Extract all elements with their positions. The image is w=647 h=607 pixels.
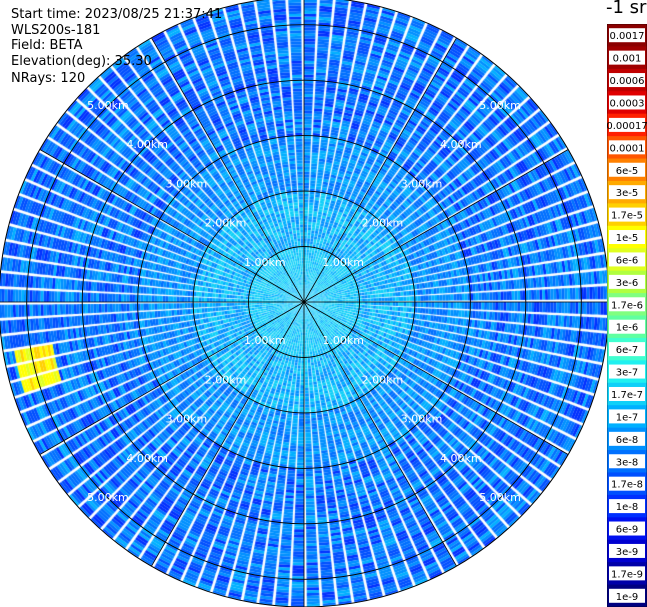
colorbar-tick-label: 6e-5: [616, 166, 639, 177]
range-ring-label: 1.00km: [322, 334, 364, 347]
colorbar-tick-label: 0.0003: [610, 98, 645, 109]
range-ring-label: 4.00km: [126, 452, 168, 465]
colorbar-tick-label: 0.0006: [610, 76, 645, 87]
colorbar-tick-label: 6e-9: [616, 525, 639, 536]
ppi-grid-overlay: 1.00km 1.00km 1.00km 1.00km 2.00km 2.00km 2.00…: [0, 0, 607, 607]
instrument-label: WLS200s-181: [11, 23, 101, 38]
colorbar-tick-label: 6e-7: [616, 345, 639, 356]
colorbar-tick-label: 0.00017: [607, 121, 647, 132]
colorbar-tick-label: 1e-9: [616, 592, 639, 603]
colorbar-tick-label: 3e-9: [616, 547, 639, 558]
colorbar-tick-label: 0.0017: [610, 31, 645, 42]
colorbar-tick-label: 3e-7: [616, 368, 639, 379]
range-ring-label: 3.00km: [166, 177, 208, 190]
range-ring-label: 2.00km: [205, 217, 247, 230]
range-ring-label: 3.00km: [166, 413, 208, 426]
range-ring-label: 5.00km: [479, 99, 521, 112]
colorbar-tick-label: 3e-5: [616, 188, 639, 199]
nrays-label: NRays: 120: [11, 71, 86, 86]
range-ring-label: 3.00km: [401, 413, 443, 426]
colorbar-tick-label: 1.7e-5: [611, 211, 643, 222]
colorbar-tick-label: 6e-6: [616, 255, 639, 266]
colorbar-tick-label: 0.0001: [610, 143, 645, 154]
colorbar-tick-label: 1.7e-6: [611, 300, 643, 311]
range-ring-label: 4.00km: [440, 452, 482, 465]
colorbar-tick-label: 3e-8: [616, 457, 639, 468]
start-time-label: Start time: 2023/08/25 21:37:41: [11, 7, 223, 22]
colorbar-tick-label: 0.001: [613, 54, 642, 65]
colorbar-tick-label: 6e-8: [616, 435, 639, 446]
range-ring-label: 2.00km: [205, 373, 247, 386]
colorbar-tick-label: 1.7e-7: [611, 390, 643, 401]
colorbar-tick-label: 1.7e-8: [611, 480, 643, 491]
colorbar-tick-label: 1.7e-9: [611, 569, 643, 580]
field-label: Field: BETA: [11, 38, 83, 53]
colorbar: 0.0017 0.001 0.0006 0.0003 0.00017 0.0001 6e-5…: [607, 24, 647, 607]
azimuth-spoke: [303, 149, 569, 303]
azimuth-spoke: [39, 149, 305, 303]
range-ring-label: 1.00km: [244, 256, 286, 269]
colorbar-tick-label: 1e-8: [616, 502, 639, 513]
colorbar-tick-label: 1e-5: [616, 233, 639, 244]
range-ring-label: 1.00km: [322, 256, 364, 269]
range-ring-label: 4.00km: [440, 138, 482, 151]
colorbar-tick-label: 1e-6: [616, 323, 639, 334]
colorbar-title: -1 sr: [606, 0, 647, 18]
azimuth-spoke: [39, 301, 305, 455]
range-ring-label: 4.00km: [126, 138, 168, 151]
range-ring-label: 2.00km: [362, 217, 404, 230]
elevation-label: Elevation(deg): 35.30: [11, 54, 152, 69]
azimuth-spoke: [303, 301, 569, 455]
range-ring-label: 5.00km: [87, 491, 129, 504]
colorbar-tick-label: 3e-6: [616, 278, 639, 289]
range-ring-label: 5.00km: [479, 491, 521, 504]
range-ring-label: 3.00km: [401, 177, 443, 190]
colorbar-tick-label: 1e-7: [616, 412, 639, 423]
range-ring-label: 2.00km: [362, 373, 404, 386]
range-ring-label: 5.00km: [87, 99, 129, 112]
range-ring-label: 1.00km: [244, 334, 286, 347]
